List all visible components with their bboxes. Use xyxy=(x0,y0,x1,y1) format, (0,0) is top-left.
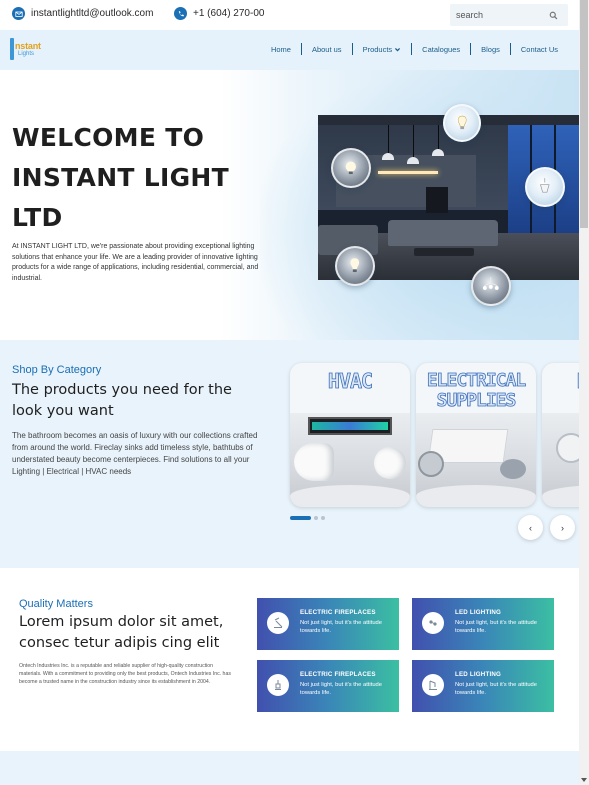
category-card-lighting[interactable]: L xyxy=(542,363,579,507)
feature-subtitle: Not just light, but it's the attitude to… xyxy=(300,682,382,696)
logo-mark xyxy=(10,38,14,60)
contact-email-text: instantlightltd@outlook.com xyxy=(31,8,154,19)
category-card-title: ELECTRICAL SUPPLIES xyxy=(426,370,526,411)
category-card-title: L xyxy=(542,371,579,392)
carousel-dot[interactable] xyxy=(314,516,318,520)
feature-subtitle: Not just light, but it's the attitude to… xyxy=(455,620,537,634)
category-card-image xyxy=(542,413,579,507)
logo-wordmark: nstant xyxy=(15,41,41,51)
feature-subtitle: Not just light, but it's the attitude to… xyxy=(455,682,537,696)
chandelier-icon xyxy=(471,266,511,306)
quality-section: Quality Matters Lorem ipsum dolor sit am… xyxy=(0,568,579,751)
envelope-icon xyxy=(12,7,25,20)
quality-kicker: Quality Matters xyxy=(19,598,93,610)
bulb-icon xyxy=(331,148,371,188)
next-section xyxy=(0,751,579,785)
contact-phone-text: +1 (604) 270-00 xyxy=(193,8,265,19)
shop-text: The bathroom becomes an oasis of luxury … xyxy=(12,431,258,476)
feature-subtitle: Not just light, but it's the attitude to… xyxy=(300,620,382,634)
site-logo[interactable]: nstant Lights xyxy=(10,38,48,64)
hero-text: At INSTANT LIGHT LTD, we're passionate a… xyxy=(12,243,259,282)
nav-item-blogs[interactable]: Blogs xyxy=(471,45,510,54)
nav-item-home[interactable]: Home xyxy=(261,45,301,54)
phone-icon xyxy=(174,7,187,20)
lamp-icon xyxy=(267,674,289,696)
nav-menu: Home About us Products Catalogues Blogs … xyxy=(261,43,568,55)
search-box xyxy=(450,4,568,26)
category-card-hvac[interactable]: HVAC xyxy=(290,363,410,507)
search-icon[interactable] xyxy=(546,8,560,22)
contact-email[interactable]: instantlightltd@outlook.com xyxy=(12,7,153,20)
bulb-icon xyxy=(335,246,375,286)
nav-item-catalogues[interactable]: Catalogues xyxy=(412,45,470,54)
scroll-down-arrow[interactable] xyxy=(581,778,587,782)
bulb-icon xyxy=(443,104,481,142)
feature-title: LED LIGHTING xyxy=(455,671,502,678)
carousel-dot[interactable] xyxy=(290,516,311,520)
quality-text: Ontech Industries Inc. is a reputable an… xyxy=(19,663,231,685)
chevron-down-icon xyxy=(395,47,401,51)
bulb-icon xyxy=(525,167,565,207)
feature-card-led-lighting[interactable]: LED LIGHTING Not just light, but it's th… xyxy=(412,660,554,712)
category-card-image xyxy=(290,413,410,507)
nav-item-about[interactable]: About us xyxy=(302,45,352,54)
nav-item-contact[interactable]: Contact Us xyxy=(511,45,568,54)
feature-title: ELECTRIC FIREPLACES xyxy=(300,609,376,616)
carousel-dot[interactable] xyxy=(321,516,325,520)
quality-heading: Lorem ipsum dolor sit amet, consec tetur… xyxy=(19,614,224,651)
category-card-electrical[interactable]: ELECTRICAL SUPPLIES xyxy=(416,363,536,507)
carousel-pagination xyxy=(290,516,325,520)
feature-title: LED LIGHTING xyxy=(455,609,502,616)
nav-item-products[interactable]: Products xyxy=(353,45,412,54)
category-card-title: HVAC xyxy=(327,369,374,393)
carousel-prev-button[interactable]: ‹ xyxy=(518,515,543,540)
shop-kicker: Shop By Category xyxy=(12,364,102,376)
feature-card-electric-fireplaces[interactable]: ELECTRIC FIREPLACES Not just light, but … xyxy=(257,660,399,712)
hero-section: WELCOME TO INSTANT LIGHT LTD At INSTANT … xyxy=(0,70,579,340)
category-card-image xyxy=(416,413,536,507)
contact-phone[interactable]: +1 (604) 270-00 xyxy=(174,7,264,20)
top-contact-bar: instantlightltd@outlook.com +1 (604) 270… xyxy=(0,0,579,30)
search-input[interactable] xyxy=(450,10,546,20)
main-navbar: nstant Lights Home About us Products Cat… xyxy=(0,30,579,70)
feature-card-led-lighting[interactable]: LED LIGHTING Not just light, but it's th… xyxy=(412,598,554,650)
lamp-icon xyxy=(422,612,444,634)
feature-title: ELECTRIC FIREPLACES xyxy=(300,671,376,678)
lamp-icon xyxy=(422,674,444,696)
page-scrollbar[interactable] xyxy=(579,0,589,785)
shop-heading: The products you need for the look you w… xyxy=(12,382,232,419)
hero-title: WELCOME TO INSTANT LIGHT LTD xyxy=(12,123,229,232)
nav-item-products-label: Products xyxy=(362,44,393,54)
lamp-icon xyxy=(267,612,289,634)
scrollbar-thumb[interactable] xyxy=(580,0,588,228)
carousel-next-button[interactable]: › xyxy=(550,515,575,540)
shop-by-category-section: Shop By Category The products you need f… xyxy=(0,340,579,568)
feature-card-electric-fireplaces[interactable]: ELECTRIC FIREPLACES Not just light, but … xyxy=(257,598,399,650)
logo-wordmark-sub: Lights xyxy=(18,51,35,57)
